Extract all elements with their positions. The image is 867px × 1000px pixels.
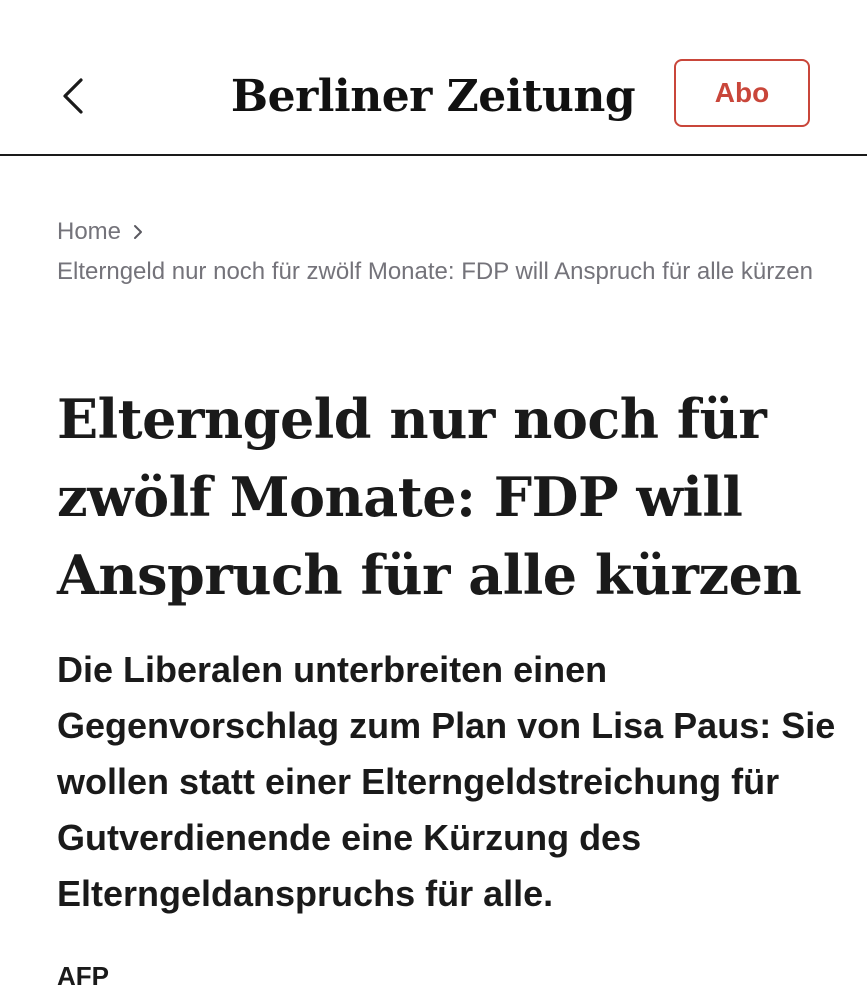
article-lead: Die Liberalen unterbreiten einen Gegenvo…: [57, 649, 836, 914]
breadcrumb-home-link[interactable]: Home: [57, 212, 145, 252]
breadcrumb: Home Elterngeld nur noch für zwölf Monat…: [57, 212, 827, 292]
breadcrumb-home-label: Home: [57, 218, 122, 245]
breadcrumb-current-link[interactable]: Elterngeld nur noch für zwölf Monate: FD…: [57, 252, 827, 292]
chevron-right-icon: [134, 225, 143, 239]
subscribe-button[interactable]: Abo: [674, 59, 810, 127]
article-headline: Elterngeld nur noch für zwölf Monate: FD…: [57, 387, 802, 607]
article-source: AFP: [57, 961, 109, 991]
site-logo[interactable]: Berliner Zeitung: [230, 64, 636, 128]
back-button[interactable]: [50, 68, 94, 124]
site-header: Berliner Zeitung Abo: [0, 0, 867, 156]
chevron-left-icon: [63, 78, 83, 114]
